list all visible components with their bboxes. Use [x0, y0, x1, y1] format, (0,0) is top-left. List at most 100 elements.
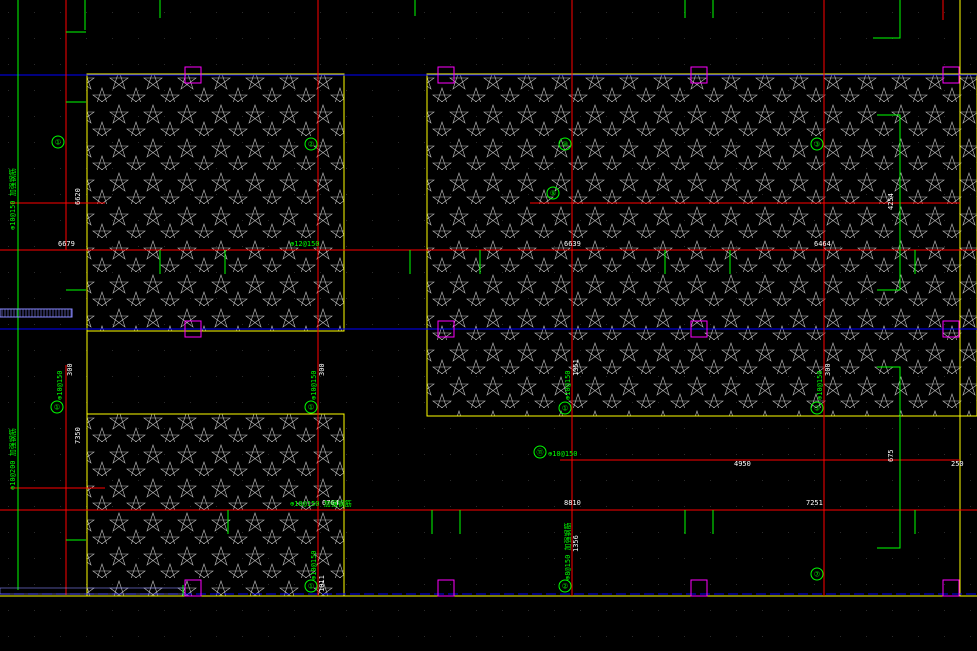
grid-dot — [398, 532, 399, 533]
grid-dot — [346, 350, 347, 351]
grid-dot — [840, 584, 841, 585]
grid-dot — [476, 454, 477, 455]
grid-dot — [476, 38, 477, 39]
grid-dot — [580, 12, 581, 13]
grid-dot — [970, 558, 971, 559]
marker-label: ⑩ — [562, 141, 568, 149]
grid-dot — [866, 64, 867, 65]
grid-dot — [398, 324, 399, 325]
grid-dot — [606, 480, 607, 481]
grid-dot — [112, 38, 113, 39]
grid-dot — [632, 610, 633, 611]
dim-text: 675 — [887, 449, 895, 462]
grid-dot — [658, 506, 659, 507]
grid-dot — [970, 610, 971, 611]
grid-dot — [944, 610, 945, 611]
grid-dot — [372, 64, 373, 65]
grid-dot — [346, 324, 347, 325]
grid-dot — [8, 298, 9, 299]
grid-dot — [632, 12, 633, 13]
grid-dot — [762, 38, 763, 39]
grid-dot — [424, 506, 425, 507]
grid-dot — [918, 428, 919, 429]
cad-drawing-canvas[interactable]: ① ① ② ⑨ ⑩ ① ① ⑪ ③ ③ ① ② ⑦ 6620 6679 6639 6464 4254 3… — [0, 0, 977, 651]
dim-text: 6679 — [58, 240, 75, 248]
grid-dot — [502, 454, 503, 455]
grid-dot — [60, 12, 61, 13]
grid-dot — [502, 636, 503, 637]
grid-dot — [346, 64, 347, 65]
grid-dot — [970, 428, 971, 429]
grid-dot — [658, 480, 659, 481]
rebar-annotation: ⊕10@200 加强钢筋 — [8, 428, 17, 490]
grid-dot — [34, 12, 35, 13]
grid-dot — [346, 428, 347, 429]
grid-dot — [216, 38, 217, 39]
grid-dot — [632, 584, 633, 585]
rebar-annotation: ⊕10@150 加强钢筋 — [290, 499, 352, 508]
grid-dot — [60, 506, 61, 507]
grid-dot — [840, 636, 841, 637]
grid-dot — [8, 376, 9, 377]
grid-dot — [8, 272, 9, 273]
dim-text: 1356 — [572, 535, 580, 552]
grid-dot — [658, 64, 659, 65]
marker-circle-icon: ① — [51, 135, 65, 149]
grid-dot — [372, 428, 373, 429]
grid-dot — [372, 298, 373, 299]
grid-dot — [658, 454, 659, 455]
grid-dot — [658, 38, 659, 39]
grid-dot — [8, 532, 9, 533]
grid-dot — [710, 38, 711, 39]
grid-dot — [840, 506, 841, 507]
grid-dot — [372, 376, 373, 377]
slab-upper-left[interactable] — [86, 73, 345, 332]
grid-dot — [8, 64, 9, 65]
grid-dot — [294, 636, 295, 637]
grid-dot — [8, 12, 9, 13]
grid-dot — [8, 142, 9, 143]
grid-dot — [138, 402, 139, 403]
grid-dot — [424, 610, 425, 611]
grid-dot — [632, 38, 633, 39]
grid-dot — [762, 532, 763, 533]
grid-dot — [554, 12, 555, 13]
rebar-annotation: ⊕10@150 — [310, 370, 318, 400]
slab-upper-right[interactable] — [426, 73, 977, 417]
grid-dot — [918, 64, 919, 65]
grid-dot — [424, 38, 425, 39]
grid-dot — [60, 532, 61, 533]
grid-dot — [710, 64, 711, 65]
rebar-annotation: ⊕10@150 — [564, 370, 572, 400]
grid-dot — [424, 12, 425, 13]
grid-dot — [892, 636, 893, 637]
grid-dot — [684, 38, 685, 39]
grid-dot — [60, 116, 61, 117]
grid-dot — [554, 532, 555, 533]
grid-dot — [450, 584, 451, 585]
grid-dot — [762, 636, 763, 637]
grid-dot — [294, 12, 295, 13]
grid-dot — [736, 610, 737, 611]
marker-circle-icon: ① — [50, 400, 64, 414]
grid-dot — [502, 584, 503, 585]
grid-dot — [632, 428, 633, 429]
grid-dot — [476, 64, 477, 65]
grid-dot — [398, 220, 399, 221]
grid-dot — [372, 194, 373, 195]
grid-dot — [190, 64, 191, 65]
dim-text: 7350 — [74, 427, 82, 444]
grid-dot — [450, 64, 451, 65]
grid-dot — [554, 428, 555, 429]
grid-dot — [424, 298, 425, 299]
grid-dot — [346, 298, 347, 299]
grid-dot — [372, 168, 373, 169]
grid-dot — [944, 64, 945, 65]
grid-dot — [788, 584, 789, 585]
grid-dot — [60, 636, 61, 637]
grid-dot — [60, 350, 61, 351]
grid-dot — [944, 12, 945, 13]
grid-dot — [164, 376, 165, 377]
grid-dot — [216, 376, 217, 377]
grid-dot — [632, 558, 633, 559]
